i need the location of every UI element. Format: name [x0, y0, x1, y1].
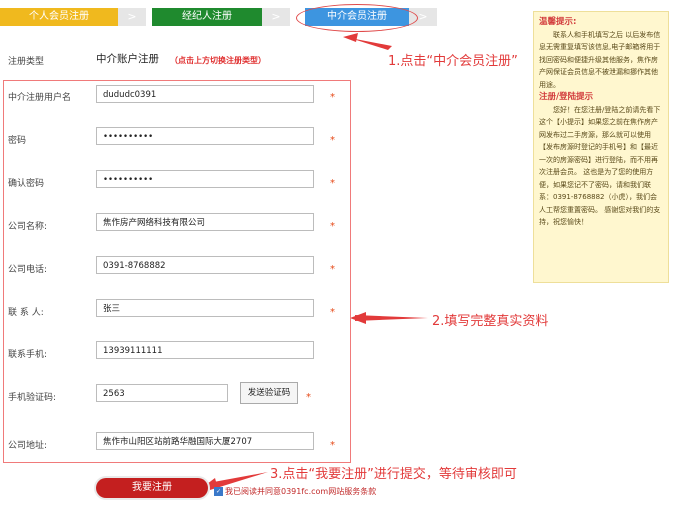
- agree-terms-label: 我已阅读并同意0391fc.com网站服务条款: [225, 487, 377, 496]
- password-label: 密码: [8, 136, 27, 146]
- username-label: 中介注册用户名: [8, 93, 72, 103]
- contact-mobile-label: 联系手机:: [8, 350, 48, 360]
- required-mark: *: [330, 92, 335, 103]
- confirm-password-input[interactable]: ••••••••••: [96, 170, 314, 188]
- required-mark: *: [330, 221, 335, 232]
- contact-person-input[interactable]: 张三: [96, 299, 314, 317]
- agree-terms[interactable]: ✓ 我已阅读并同意0391fc.com网站服务条款: [214, 486, 376, 497]
- annotation-step-1: 1.点击“中介会员注册”: [388, 54, 518, 69]
- sms-code-input[interactable]: 2563: [96, 384, 228, 402]
- company-address-input[interactable]: 焦作市山阳区站前路华融国际大厦2707: [96, 432, 314, 450]
- required-mark: *: [330, 135, 335, 146]
- annotation-step-3: 3.点击“我要注册”进行提交，等待审核即可: [270, 467, 517, 482]
- confirm-password-label: 确认密码: [8, 179, 45, 189]
- company-address-label: 公司地址:: [8, 441, 48, 451]
- checkbox-checked-icon[interactable]: ✓: [214, 487, 223, 496]
- required-mark: *: [330, 264, 335, 275]
- company-name-input[interactable]: 焦作房产网络科技有限公司: [96, 213, 314, 231]
- tip-panel: 温馨提示: 联系人和手机填写之后 以后发布信息无需重复填写该信息,电子邮箱将用于…: [533, 11, 669, 283]
- registration-type-label: 注册类型: [8, 57, 45, 67]
- registration-type-hint: （点击上方切换注册类型）: [170, 56, 266, 65]
- password-input[interactable]: ••••••••••: [96, 127, 314, 145]
- tip-body: 联系人和手机填写之后 以后发布信息无需重复填写该信息,电子邮箱将用于找回密码和便…: [539, 30, 661, 89]
- register-button[interactable]: 我要注册: [96, 478, 208, 498]
- send-code-button[interactable]: 发送验证码: [240, 382, 298, 404]
- contact-mobile-input[interactable]: 13939111111: [96, 341, 314, 359]
- sms-code-label: 手机验证码:: [8, 393, 57, 403]
- company-phone-input[interactable]: 0391-8768882: [96, 256, 314, 274]
- required-mark: *: [330, 178, 335, 189]
- annotation-step-2: 2.填写完整真实资料: [432, 314, 549, 329]
- required-mark: *: [330, 307, 335, 318]
- contact-person-label: 联 系 人:: [8, 308, 44, 318]
- company-name-label: 公司名称:: [8, 222, 48, 232]
- required-mark: *: [306, 392, 311, 403]
- login-tip-title: 注册/登陆提示: [539, 92, 594, 102]
- company-phone-label: 公司电话:: [8, 265, 48, 275]
- registration-type-value: 中介账户注册: [96, 53, 159, 65]
- login-tip-body: 您好！在您注册/登陆之前请先看下这个【小提示】如果您之前在焦作房产网发布过二手房…: [539, 105, 661, 227]
- required-mark: *: [330, 440, 335, 451]
- username-input[interactable]: dududc0391: [96, 85, 314, 103]
- tip-title: 温馨提示:: [539, 17, 577, 27]
